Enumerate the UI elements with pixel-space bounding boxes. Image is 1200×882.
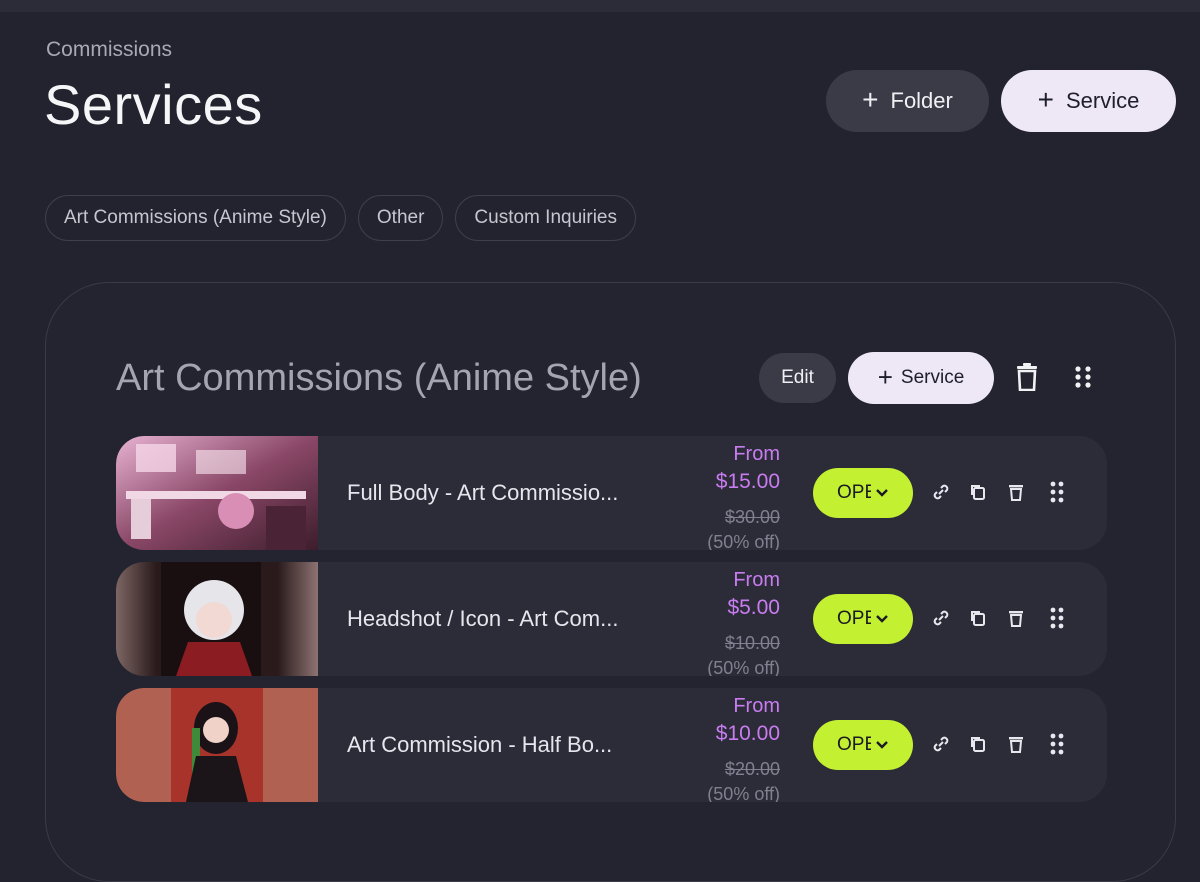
price-original: $20.00 (724, 759, 780, 779)
price-current: $15.00 (715, 470, 780, 493)
chevron-down-icon (876, 489, 888, 497)
drag-handle-icon[interactable] (1049, 481, 1065, 503)
price-discount: (50% off) (707, 532, 780, 550)
chevron-down-icon (876, 741, 888, 749)
filter-chip-custom-inquiries[interactable]: Custom Inquiries (455, 195, 636, 241)
drag-handle-icon[interactable] (1049, 733, 1065, 755)
price-original: $30.00 (724, 507, 780, 527)
add-folder-label: Folder (890, 88, 953, 113)
status-dropdown[interactable]: OPEN (813, 720, 913, 770)
page-title: Services (44, 73, 263, 136)
drag-handle-icon[interactable] (1049, 607, 1065, 629)
service-price: From $10.00 $20.00 (50% off) (707, 692, 780, 802)
service-thumbnail (116, 436, 318, 550)
price-current: $10.00 (715, 722, 780, 745)
price-from-label: From (733, 569, 780, 591)
trash-icon[interactable] (1006, 734, 1026, 754)
price-discount: (50% off) (707, 784, 780, 802)
status-dropdown[interactable]: OPEN (813, 468, 913, 518)
folder-add-service-label: Service (900, 367, 965, 388)
filter-chip-other[interactable]: Other (357, 195, 444, 241)
folder-card: Art Commissions (Anime Style) Edit + Ser… (45, 282, 1176, 882)
folder-title: Art Commissions (Anime Style) (116, 357, 642, 399)
top-bar (0, 0, 1200, 12)
service-name: Art Commission - Half Bo... (347, 732, 613, 757)
folder-add-service-button[interactable]: + Service (848, 352, 994, 404)
status-label: OPEN (837, 608, 871, 629)
trash-icon[interactable] (1006, 482, 1026, 502)
status-label: OPEN (837, 734, 871, 755)
breadcrumb[interactable]: Commissions (46, 38, 172, 62)
chevron-down-icon (876, 615, 888, 623)
price-from-label: From (733, 443, 780, 465)
copy-icon[interactable] (968, 734, 988, 754)
folder-filter-chips: Art Commissions (Anime Style) Other Cust… (45, 195, 636, 241)
copy-icon[interactable] (968, 482, 988, 502)
plus-icon: + (1037, 83, 1054, 115)
link-icon[interactable] (931, 482, 951, 502)
trash-icon[interactable] (1006, 608, 1026, 628)
copy-icon[interactable] (968, 608, 988, 628)
service-row[interactable]: Headshot / Icon - Art Com... From $5.00 … (116, 562, 1107, 676)
price-current: $5.00 (727, 596, 780, 619)
service-thumbnail (116, 562, 318, 676)
status-dropdown[interactable]: OPEN (813, 594, 913, 644)
add-folder-button[interactable]: + Folder (826, 70, 989, 132)
service-price: From $5.00 $10.00 (50% off) (707, 566, 780, 676)
add-service-label: Service (1066, 88, 1140, 113)
price-discount: (50% off) (707, 658, 780, 676)
link-icon[interactable] (931, 608, 951, 628)
price-original: $10.00 (724, 633, 780, 653)
service-name: Full Body - Art Commissio... (347, 480, 619, 505)
service-thumbnail (116, 688, 318, 802)
filter-chip-art-commissions[interactable]: Art Commissions (Anime Style) (45, 195, 346, 241)
trash-icon[interactable] (1015, 363, 1039, 391)
service-row[interactable]: Full Body - Art Commissio... From $15.00… (116, 436, 1107, 550)
drag-handle-icon[interactable] (1074, 366, 1092, 388)
service-row[interactable]: Art Commission - Half Bo... From $10.00 … (116, 688, 1107, 802)
service-name: Headshot / Icon - Art Com... (347, 606, 619, 631)
link-icon[interactable] (931, 734, 951, 754)
add-service-button[interactable]: + Service (1001, 70, 1176, 132)
plus-icon: + (877, 361, 893, 392)
plus-icon: + (862, 83, 879, 115)
price-from-label: From (733, 695, 780, 717)
folder-edit-button[interactable]: Edit (759, 353, 836, 403)
service-price: From $15.00 $30.00 (50% off) (707, 440, 780, 550)
status-label: OPEN (837, 482, 871, 503)
